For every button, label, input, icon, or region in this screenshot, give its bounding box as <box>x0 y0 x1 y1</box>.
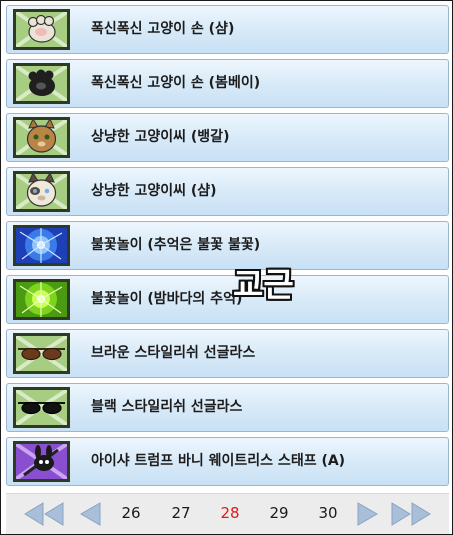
list-item[interactable]: 상냥한 고양이씨 (샴) <box>6 167 449 216</box>
blue-firework-icon <box>13 225 70 266</box>
bengal-cat-face-icon <box>13 117 70 158</box>
list-item[interactable]: 블랙 스타일리쉬 선글라스 <box>6 383 449 432</box>
brown-sunglasses-icon <box>13 333 70 374</box>
right-arrow-icon <box>357 502 378 526</box>
item-label: 불꽃놀이 (밤바다의 추억) <box>91 291 243 307</box>
list-item[interactable]: 폭신폭신 고양이 손 (샴) <box>6 5 449 54</box>
item-list-panel: 폭신폭신 고양이 손 (샴) 폭신폭신 고양이 손 (봄베이) 상냥한 고양이씨… <box>0 0 453 535</box>
page-number[interactable]: 26 <box>116 504 146 522</box>
next-page-button[interactable] <box>356 501 380 527</box>
pagination: 26 27 28 29 30 <box>6 493 449 534</box>
list-item[interactable]: 폭신폭신 고양이 손 (봄베이) <box>6 59 449 108</box>
item-list: 폭신폭신 고양이 손 (샴) 폭신폭신 고양이 손 (봄베이) 상냥한 고양이씨… <box>6 5 449 491</box>
green-firework-icon <box>13 279 70 320</box>
cat-paw-bombay-icon <box>13 63 70 104</box>
double-right-arrow-icon <box>391 502 431 526</box>
item-label: 폭신폭신 고양이 손 (샴) <box>91 21 235 37</box>
page-number[interactable]: 30 <box>313 504 343 522</box>
item-label: 상냥한 고양이씨 (뱅갈) <box>91 129 230 145</box>
left-arrow-icon <box>80 502 101 526</box>
bunny-staff-icon <box>13 441 70 482</box>
item-label: 블랙 스타일리쉬 선글라스 <box>91 399 243 415</box>
list-item[interactable]: 불꽃놀이 (밤바다의 추억) <box>6 275 449 324</box>
list-item[interactable]: 브라운 스타일리쉬 선글라스 <box>6 329 449 378</box>
item-label: 브라운 스타일리쉬 선글라스 <box>91 345 256 361</box>
black-sunglasses-icon <box>13 387 70 428</box>
first-page-button[interactable] <box>23 501 65 527</box>
double-left-arrow-icon <box>24 502 64 526</box>
list-item[interactable]: 아이샤 트럼프 바니 웨이트리스 스태프 (A) <box>6 437 449 486</box>
item-label: 폭신폭신 고양이 손 (봄베이) <box>91 75 261 91</box>
item-label: 상냥한 고양이씨 (샴) <box>91 183 217 199</box>
siamese-cat-face-icon <box>13 171 70 212</box>
prev-page-button[interactable] <box>78 501 102 527</box>
list-item[interactable]: 상냥한 고양이씨 (뱅갈) <box>6 113 449 162</box>
overlay-caption: 교근 <box>233 265 294 304</box>
page-number[interactable]: 29 <box>264 504 294 522</box>
last-page-button[interactable] <box>390 501 432 527</box>
page-number-current[interactable]: 28 <box>215 504 245 522</box>
item-label: 아이샤 트럼프 바니 웨이트리스 스태프 (A) <box>91 453 346 469</box>
page-number[interactable]: 27 <box>166 504 196 522</box>
list-item[interactable]: 불꽃놀이 (추억은 불꽃 불꽃) <box>6 221 449 270</box>
cat-paw-siamese-icon <box>13 9 70 50</box>
